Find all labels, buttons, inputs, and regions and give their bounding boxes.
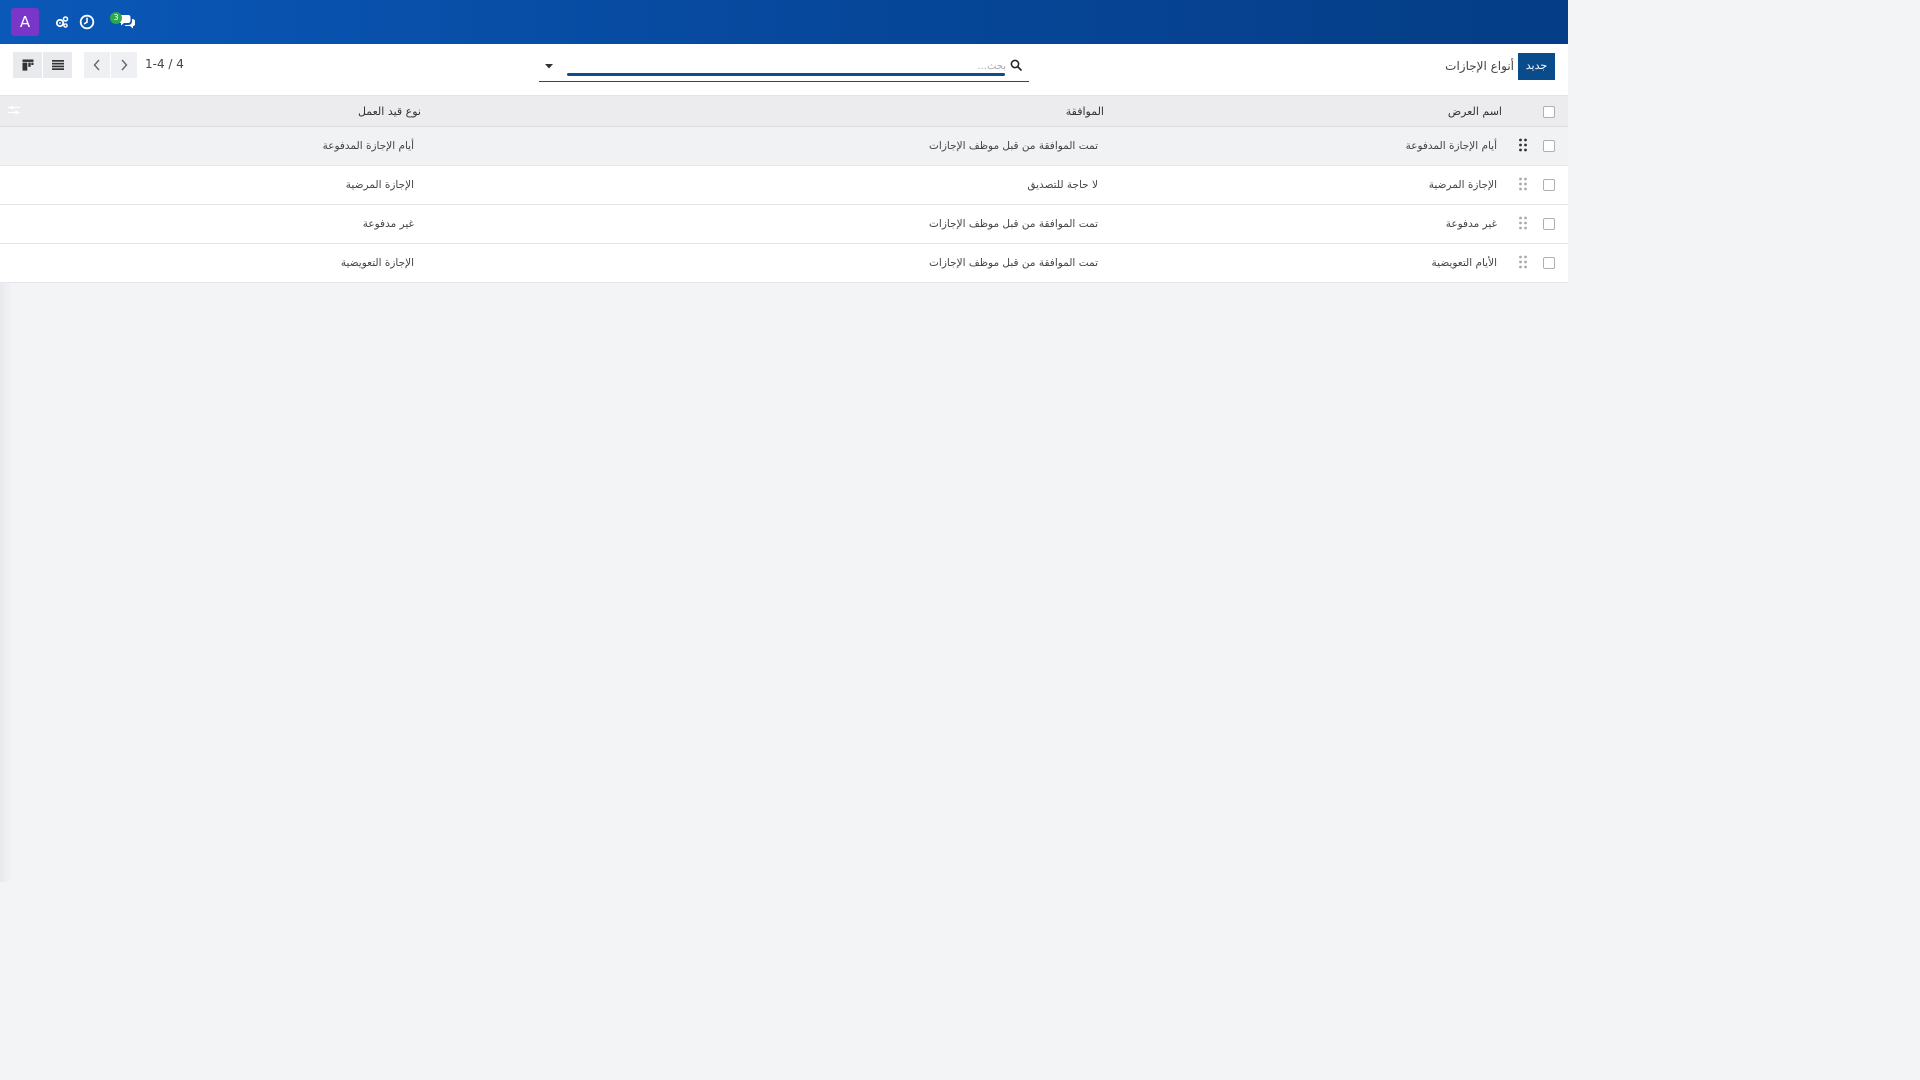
settings-cogs-icon[interactable] bbox=[52, 12, 72, 32]
list-view-icon[interactable] bbox=[43, 52, 72, 78]
row-checkbox[interactable] bbox=[1543, 140, 1555, 152]
table-row[interactable]: الإجازة المرضية لا حاجة للتصديق الإجازة … bbox=[0, 166, 1568, 205]
cell-approval: تمت الموافقة من قبل موظف الإجازات bbox=[929, 140, 1098, 152]
user-avatar[interactable]: A bbox=[11, 8, 39, 36]
kanban-view-icon[interactable] bbox=[13, 52, 42, 78]
leave-types-table: اسم العرض الموافقة نوع قيد العمل أيام ال… bbox=[0, 96, 1568, 283]
column-header-approval[interactable]: الموافقة bbox=[1066, 96, 1104, 126]
cell-work-entry-type: الإجازة المرضية bbox=[345, 179, 414, 191]
content-edge-shadow bbox=[0, 282, 12, 882]
clock-icon[interactable] bbox=[77, 12, 97, 32]
pager-next-icon[interactable] bbox=[111, 52, 137, 78]
table-row[interactable]: أيام الإجازة المدفوعة تمت الموافقة من قب… bbox=[0, 127, 1568, 166]
select-all-checkbox[interactable] bbox=[1543, 106, 1555, 118]
column-header-name[interactable]: اسم العرض bbox=[1448, 96, 1502, 126]
table-header: اسم العرض الموافقة نوع قيد العمل bbox=[0, 96, 1568, 127]
drag-handle-icon[interactable] bbox=[1518, 138, 1528, 152]
view-switcher bbox=[13, 52, 72, 78]
new-button[interactable]: جديد bbox=[1518, 53, 1555, 80]
breadcrumb: أنواع الإجازات bbox=[1445, 59, 1514, 73]
cell-work-entry-type: أيام الإجازة المدفوعة bbox=[322, 140, 414, 152]
cell-work-entry-type: الإجازة التعويضية bbox=[340, 257, 414, 269]
control-panel: جديد أنواع الإجازات بحث... 1-4 / 4 bbox=[0, 44, 1568, 96]
pager-buttons bbox=[84, 52, 137, 78]
row-checkbox[interactable] bbox=[1543, 218, 1555, 230]
search-icon[interactable] bbox=[1010, 59, 1022, 71]
cell-approval: لا حاجة للتصديق bbox=[1027, 179, 1098, 191]
top-navbar: A 3 bbox=[0, 0, 1568, 44]
cell-name: أيام الإجازة المدفوعة bbox=[1405, 140, 1497, 152]
cell-name: الإجازة المرضية bbox=[1428, 179, 1497, 191]
cell-approval: تمت الموافقة من قبل موظف الإجازات bbox=[929, 257, 1098, 269]
drag-handle-icon[interactable] bbox=[1518, 177, 1528, 191]
pager-previous-icon[interactable] bbox=[84, 52, 110, 78]
row-checkbox[interactable] bbox=[1543, 257, 1555, 269]
column-header-work-entry-type[interactable]: نوع قيد العمل bbox=[358, 96, 421, 126]
cell-name: الأيام التعويضية bbox=[1431, 257, 1497, 269]
pager-value[interactable]: 1-4 / 4 bbox=[145, 57, 184, 71]
chat-count-badge: 3 bbox=[110, 12, 122, 24]
table-row[interactable]: الأيام التعويضية تمت الموافقة من قبل موظ… bbox=[0, 244, 1568, 283]
search-bar bbox=[539, 56, 1029, 82]
cell-work-entry-type: غير مدفوعة bbox=[362, 218, 414, 230]
cell-approval: تمت الموافقة من قبل موظف الإجازات bbox=[929, 218, 1098, 230]
table-row[interactable]: غير مدفوعة تمت الموافقة من قبل موظف الإج… bbox=[0, 205, 1568, 244]
optional-columns-icon[interactable] bbox=[8, 105, 20, 115]
search-options-dropdown[interactable] bbox=[544, 61, 554, 71]
cell-name: غير مدفوعة bbox=[1445, 218, 1497, 230]
drag-handle-icon[interactable] bbox=[1518, 216, 1528, 230]
search-focus-underline bbox=[567, 73, 1005, 76]
row-checkbox[interactable] bbox=[1543, 179, 1555, 191]
drag-handle-icon[interactable] bbox=[1518, 255, 1528, 269]
